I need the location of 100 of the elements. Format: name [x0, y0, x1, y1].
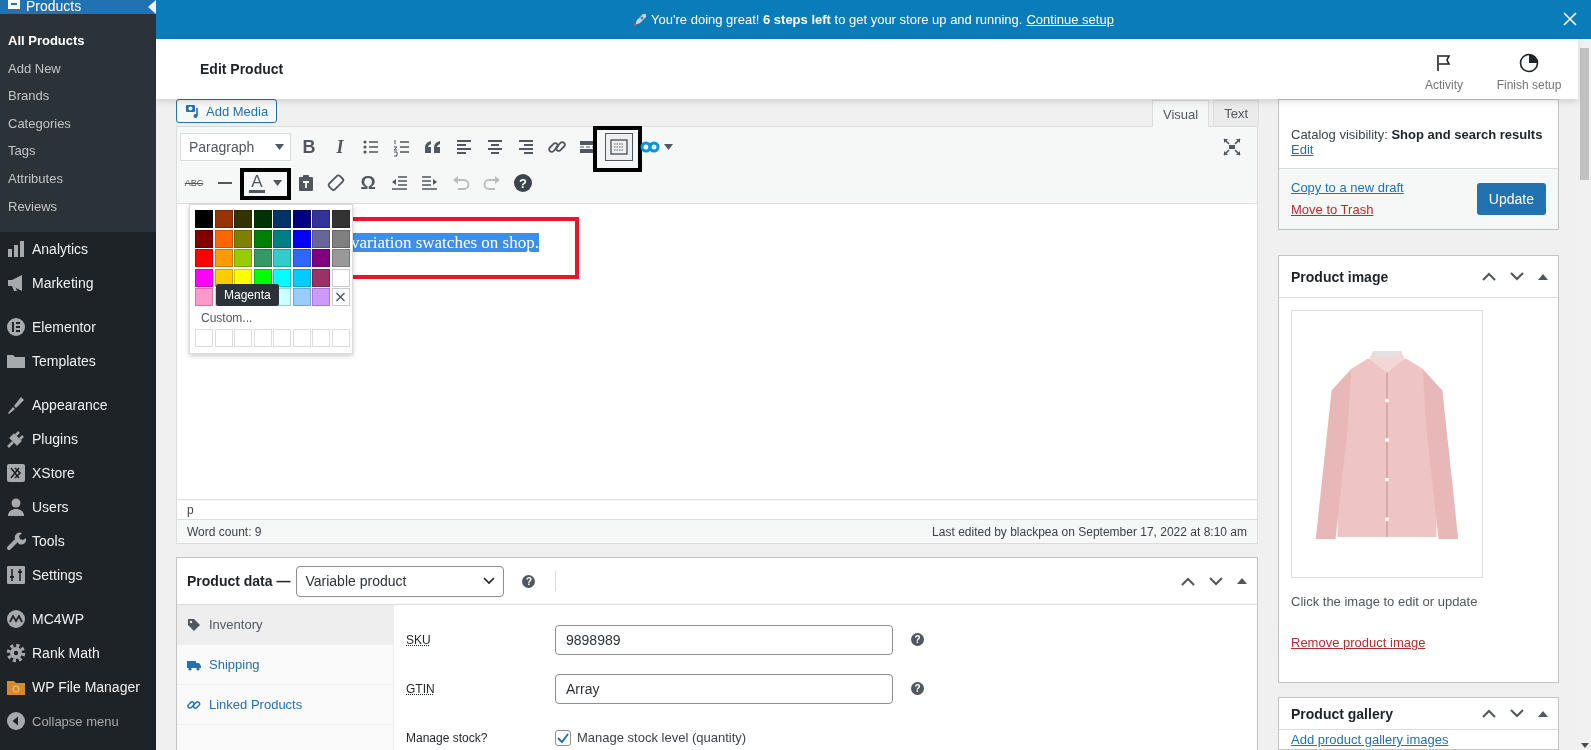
color-swatch[interactable]	[292, 229, 311, 248]
color-swatch[interactable]	[273, 210, 291, 228]
triangle-up-icon[interactable]	[1538, 273, 1548, 280]
editor-tab[interactable]: Visual	[1151, 100, 1210, 127]
color-swatch[interactable]	[331, 268, 350, 287]
strikethrough-button[interactable]: ABC	[180, 169, 208, 197]
menu-item[interactable]: Settings	[0, 558, 156, 593]
header-action[interactable]: Finish setup	[1484, 52, 1574, 92]
submenu-item[interactable]: Categories	[0, 109, 156, 138]
color-swatch[interactable]	[195, 249, 213, 267]
chevron-up-icon[interactable]	[1482, 272, 1496, 281]
format-dropdown[interactable]: Paragraph	[180, 133, 291, 161]
color-swatch[interactable]	[234, 210, 252, 228]
remove-color-button[interactable]: ×	[331, 288, 350, 306]
product-data-tab[interactable]: Inventory	[177, 605, 393, 645]
submenu-item[interactable]: Tags	[0, 137, 156, 165]
submenu-item[interactable]: Reviews	[0, 192, 156, 221]
submenu-item[interactable]: Attributes	[0, 164, 156, 193]
menu-item[interactable]: XStore	[0, 456, 156, 491]
custom-color-link[interactable]: Custom...	[195, 306, 347, 329]
color-swatch[interactable]	[312, 288, 330, 306]
italic-button[interactable]: I	[326, 133, 354, 161]
color-swatch[interactable]	[331, 229, 350, 248]
bold-button[interactable]: B	[295, 133, 323, 161]
custom-color-slot[interactable]	[273, 329, 291, 347]
chevron-up-icon[interactable]	[1181, 576, 1195, 586]
scrollbar-thumb[interactable]	[1580, 48, 1589, 180]
continue-setup-link[interactable]: Continue setup	[1026, 12, 1114, 27]
custom-color-slot[interactable]	[234, 329, 252, 347]
chevron-down-icon[interactable]	[1510, 709, 1524, 718]
chevron-up-icon[interactable]	[1482, 709, 1496, 718]
menu-item[interactable]: Tools	[0, 524, 156, 559]
product-type-dropdown[interactable]: Variable product	[296, 565, 505, 597]
color-swatch[interactable]	[292, 249, 311, 267]
color-swatch[interactable]	[331, 249, 350, 267]
color-swatch[interactable]	[331, 210, 350, 228]
color-swatch[interactable]	[195, 268, 213, 287]
menu-item[interactable]: Rank Math	[0, 636, 156, 671]
copy-draft-link[interactable]: Copy to a new draft	[1291, 180, 1404, 195]
color-swatch[interactable]	[292, 210, 311, 228]
color-swatch[interactable]	[312, 268, 330, 287]
color-swatch[interactable]	[273, 229, 291, 248]
custom-color-slot[interactable]	[195, 329, 213, 347]
product-data-tab[interactable]: Linked Products	[177, 685, 393, 725]
submenu-item[interactable]: Add New	[0, 54, 156, 83]
scroll-arrow-icon[interactable]	[1580, 743, 1589, 748]
menu-item[interactable]: WP File Manager	[0, 670, 156, 705]
help-icon[interactable]: ?	[911, 633, 924, 646]
header-action[interactable]: Activity	[1404, 52, 1484, 92]
sidebar-item[interactable]: Products	[0, 0, 156, 14]
color-swatch[interactable]	[292, 288, 311, 306]
submenu-item[interactable]: All Products	[0, 27, 156, 55]
color-swatch[interactable]	[214, 249, 233, 267]
add-gallery-link[interactable]: Add product gallery images	[1291, 732, 1449, 747]
collapse-menu-button[interactable]: Collapse menu	[0, 704, 156, 739]
submenu-item[interactable]: Brands	[0, 82, 156, 110]
menu-item[interactable]: Appearance	[0, 388, 156, 423]
color-swatch[interactable]	[253, 249, 272, 267]
color-swatch[interactable]	[312, 210, 330, 228]
color-swatch[interactable]	[195, 210, 213, 228]
color-swatch[interactable]	[195, 288, 213, 306]
text-color-button[interactable]: A	[242, 169, 289, 197]
trash-link[interactable]: Move to Trash	[1291, 202, 1404, 217]
menu-item[interactable]: Users	[0, 490, 156, 525]
menu-item[interactable]: Elementor	[0, 310, 156, 345]
edit-link[interactable]: Edit	[1291, 142, 1314, 157]
color-swatch[interactable]	[234, 229, 252, 248]
remove-image-link[interactable]: Remove product image	[1291, 635, 1546, 670]
triangle-up-icon[interactable]	[1538, 710, 1548, 717]
custom-color-slot[interactable]	[331, 329, 350, 347]
color-swatch[interactable]	[273, 249, 291, 267]
menu-item[interactable]: Marketing	[0, 266, 156, 301]
custom-color-slot[interactable]	[253, 329, 272, 347]
editor-tab[interactable]: Text	[1213, 100, 1259, 126]
help-icon[interactable]: ?	[522, 574, 536, 588]
menu-item[interactable]: Templates	[0, 344, 156, 379]
custom-color-slot[interactable]	[292, 329, 311, 347]
chevron-down-icon[interactable]	[1209, 576, 1223, 586]
color-swatch[interactable]	[234, 249, 252, 267]
color-swatch[interactable]	[253, 210, 272, 228]
color-swatch[interactable]	[214, 210, 233, 228]
color-swatch[interactable]	[195, 229, 213, 248]
custom-color-slot[interactable]	[312, 329, 330, 347]
toolbar-toggle-button[interactable]	[605, 133, 633, 161]
update-button[interactable]: Update	[1476, 182, 1546, 215]
special-character-button[interactable]: Ω	[354, 169, 382, 197]
color-swatch[interactable]	[292, 268, 311, 287]
color-swatch[interactable]	[312, 249, 330, 267]
color-swatch[interactable]	[273, 268, 291, 287]
color-swatch[interactable]	[312, 229, 330, 248]
input-field[interactable]: Array	[555, 673, 893, 704]
help-button[interactable]: ?	[509, 169, 537, 197]
input-field[interactable]: 9898989	[555, 624, 893, 655]
product-data-tab[interactable]: Shipping	[177, 645, 393, 685]
chevron-down-icon[interactable]	[1510, 272, 1524, 281]
help-icon[interactable]: ?	[911, 682, 924, 695]
color-swatch[interactable]	[214, 229, 233, 248]
triangle-up-icon[interactable]	[1237, 578, 1247, 584]
close-icon[interactable]	[1563, 12, 1577, 26]
menu-item[interactable]: MC4WP	[0, 602, 156, 637]
